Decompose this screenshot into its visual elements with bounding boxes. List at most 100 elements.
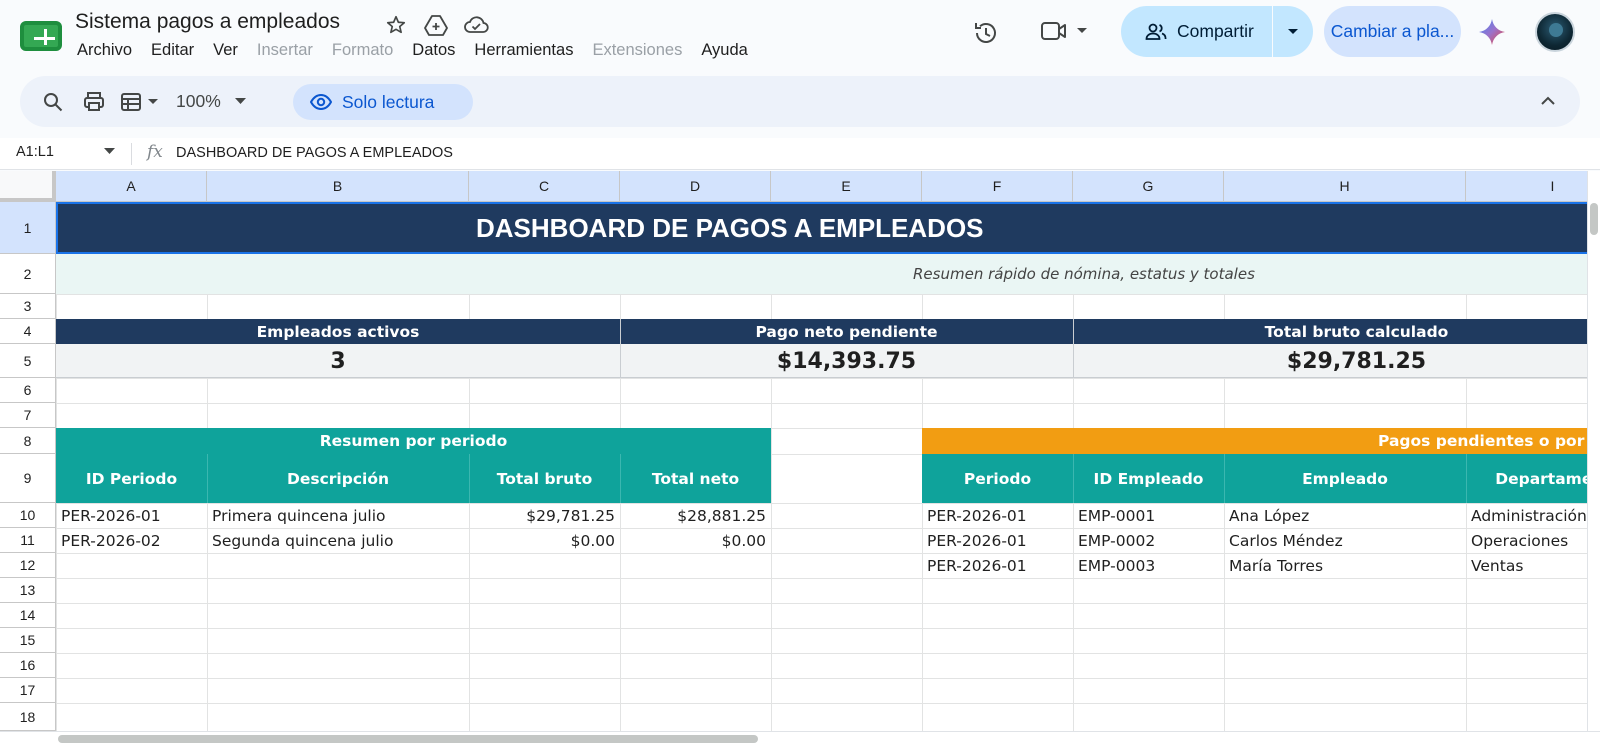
column-header-b[interactable]: B [207,171,469,202]
format-table-button[interactable] [120,76,158,127]
row-header-8[interactable]: 8 [0,428,56,454]
share-button[interactable]: Compartir [1121,6,1272,57]
pending-title[interactable]: Pagos pendientes o por rev [922,428,1587,454]
row-header-5[interactable]: 5 [0,344,56,378]
menu-ver[interactable]: Ver [213,41,238,60]
column-header-c[interactable]: C [469,171,620,202]
menu-archivo[interactable]: Archivo [77,41,132,60]
read-only-chip[interactable]: Solo lectura [293,84,473,120]
switch-plan-button[interactable]: Cambiar a pla... [1324,6,1461,57]
column-header-e[interactable]: E [771,171,922,202]
period-cell[interactable]: $0.00 [620,528,771,553]
horizontal-scroll-thumb[interactable] [58,735,758,743]
kpi-label[interactable]: Empleados activos [56,319,620,344]
period-cell[interactable]: PER-2026-01 [56,503,207,528]
version-history-icon[interactable] [972,19,1000,47]
row-header-18[interactable]: 18 [0,703,56,731]
vertical-scroll-thumb[interactable] [1590,203,1598,235]
star-icon[interactable] [383,12,409,38]
period-header-3[interactable]: Total neto [620,454,771,503]
row-header-6[interactable]: 6 [0,378,56,403]
select-all-corner[interactable] [0,171,56,202]
period-cell[interactable]: PER-2026-02 [56,528,207,553]
chevron-down-icon[interactable] [104,148,115,155]
pending-cell[interactable]: María Torres [1224,553,1466,578]
pending-header-0[interactable]: Periodo [922,454,1073,503]
name-box[interactable]: A1:L1 [16,144,54,160]
row-header-12[interactable]: 12 [0,553,56,578]
move-to-drive-icon[interactable] [423,12,449,38]
row-header-16[interactable]: 16 [0,653,56,678]
formula-input[interactable]: DASHBOARD DE PAGOS A EMPLEADOS [176,145,453,161]
period-cell[interactable]: Segunda quincena julio [207,528,469,553]
menu-datos[interactable]: Datos [412,41,455,60]
row-header-4[interactable]: 4 [0,319,56,344]
kpi-value[interactable]: $29,781.25 [1073,344,1587,378]
pending-header-3[interactable]: Departament [1466,454,1587,503]
gemini-icon[interactable] [1478,18,1506,46]
row-header-2[interactable]: 2 [0,254,56,294]
row-header-13[interactable]: 13 [0,578,56,603]
row-header-11[interactable]: 11 [0,528,56,553]
spreadsheet-grid[interactable]: DASHBOARD DE PAGOS A EMPLEADOS Resumen rá… [0,171,1587,731]
document-title[interactable]: Sistema pagos a empleados [75,10,340,34]
period-cell[interactable]: $29,781.25 [469,503,620,528]
pending-header-2[interactable]: Empleado [1224,454,1466,503]
kpi-label[interactable]: Total bruto calculado [1073,319,1587,344]
dashboard-subtitle[interactable]: Resumen rápido de nómina, estatus y tota… [56,254,1587,294]
menu-editar[interactable]: Editar [151,41,194,60]
print-button[interactable] [83,76,105,127]
period-header-0[interactable]: ID Periodo [56,454,207,503]
row-header-7[interactable]: 7 [0,403,56,428]
column-header-i[interactable]: I [1466,171,1587,202]
period-summary-title[interactable]: Resumen por periodo [56,428,771,454]
meet-video-button[interactable] [1040,19,1088,43]
pending-cell[interactable]: Ventas [1466,553,1587,578]
share-dropdown-button[interactable] [1273,28,1313,36]
row-header-14[interactable]: 14 [0,603,56,628]
period-header-1[interactable]: Descripción [207,454,469,503]
vertical-scrollbar[interactable] [1587,171,1600,731]
row-header-10[interactable]: 10 [0,503,56,528]
period-cell[interactable]: $0.00 [469,528,620,553]
row-header-9[interactable]: 9 [0,454,56,503]
pending-cell[interactable]: Operaciones [1466,528,1587,553]
format-table-icon [121,92,141,111]
menu-herramientas[interactable]: Herramientas [474,41,573,60]
row-header-17[interactable]: 17 [0,678,56,703]
collapse-chevron-icon[interactable] [1540,90,1556,112]
column-header-h[interactable]: H [1224,171,1466,202]
kpi-value[interactable]: $14,393.75 [620,344,1073,378]
period-cell[interactable]: Primera quincena julio [207,503,469,528]
avatar[interactable] [1535,12,1575,52]
pending-cell[interactable]: EMP-0002 [1073,528,1224,553]
share-label: Compartir [1177,21,1254,41]
pending-cell[interactable]: EMP-0003 [1073,553,1224,578]
zoom-select[interactable]: 100% [176,76,246,127]
column-header-d[interactable]: D [620,171,771,202]
column-header-f[interactable]: F [922,171,1073,202]
kpi-value[interactable]: 3 [56,344,620,378]
row-header-3[interactable]: 3 [0,294,56,319]
horizontal-scrollbar[interactable] [0,731,1600,745]
dashboard-title[interactable]: DASHBOARD DE PAGOS A EMPLEADOS [56,202,1587,254]
period-header-2[interactable]: Total bruto [469,454,620,503]
row-header-15[interactable]: 15 [0,628,56,653]
pending-cell[interactable]: Administración [1466,503,1587,528]
menu-ayuda[interactable]: Ayuda [701,41,748,60]
pending-cell[interactable]: EMP-0001 [1073,503,1224,528]
column-header-a[interactable]: A [56,171,207,202]
pending-cell[interactable]: PER-2026-01 [922,528,1073,553]
column-header-g[interactable]: G [1073,171,1224,202]
search-button[interactable] [42,76,64,127]
period-cell[interactable]: $28,881.25 [620,503,771,528]
pending-cell[interactable]: PER-2026-01 [922,503,1073,528]
sheets-logo-icon[interactable] [20,21,62,51]
pending-cell[interactable]: Carlos Méndez [1224,528,1466,553]
row-header-1[interactable]: 1 [0,202,56,254]
pending-header-1[interactable]: ID Empleado [1073,454,1224,503]
kpi-label[interactable]: Pago neto pendiente [620,319,1073,344]
pending-cell[interactable]: Ana López [1224,503,1466,528]
pending-cell[interactable]: PER-2026-01 [922,553,1073,578]
cloud-saved-icon[interactable] [463,12,489,38]
